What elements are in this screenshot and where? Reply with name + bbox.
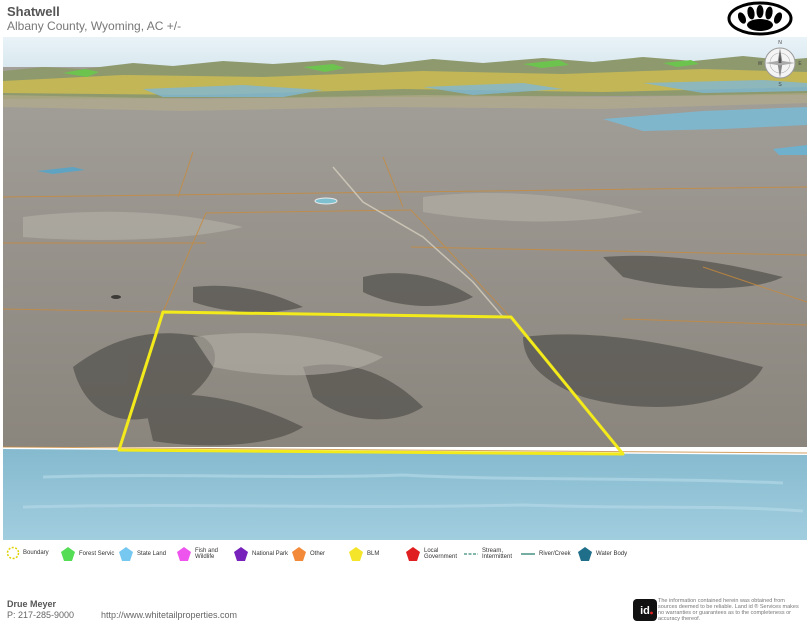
crater-mark (111, 295, 121, 299)
other-icon (292, 547, 306, 561)
compass-icon: N E S W (758, 40, 802, 88)
local-government-icon (406, 547, 420, 561)
legend-label-local-government: Local Government (424, 548, 458, 560)
fish-wildlife-icon (177, 547, 191, 561)
water-body-icon (578, 547, 592, 561)
website-link[interactable]: http://www.whitetailproperties.com (101, 610, 237, 620)
legend-item-local-government: Local Government (405, 546, 457, 562)
stock-pond (314, 197, 338, 205)
property-location: Albany County, Wyoming, AC +/- (7, 19, 182, 33)
blm-icon (349, 547, 363, 561)
agent-phone: P: 217-285-9000 (7, 610, 75, 620)
legend-label-national-park: National Park (252, 551, 289, 557)
map-legend: Boundary Forest Servic State Land Fish a… (0, 546, 808, 566)
legend-label-blm: BLM (367, 551, 380, 557)
legend-label-river-creek: River/Creek (539, 551, 571, 557)
legend-label-other: Other (310, 551, 326, 557)
state-land-overlay (3, 449, 807, 540)
legend-item-blm: BLM (348, 546, 379, 562)
legend-label-fish-wildlife: Fish and Wildlife (195, 548, 219, 560)
river-creek-icon (521, 553, 535, 555)
state-land-icon (119, 547, 133, 561)
svg-text:id: id (640, 605, 650, 617)
compass-w: W (758, 61, 763, 67)
legend-item-national-park: National Park (233, 546, 288, 562)
compass-n: N (778, 40, 782, 46)
disclaimer-text: The information contained herein was obt… (658, 598, 799, 622)
legend-item-boundary: Boundary (6, 546, 49, 560)
compass-e: E (798, 61, 802, 67)
legend-label-boundary: Boundary (23, 550, 49, 556)
legend-item-water-body: Water Body (577, 546, 627, 562)
legend-item-stream-intermittent: Stream, Intermittent (463, 546, 512, 562)
landid-logo-icon: id (633, 599, 657, 621)
compass-s: S (778, 82, 782, 88)
legend-item-forest-service: Forest Servic (60, 546, 114, 562)
legend-label-state-land: State Land (137, 551, 167, 557)
map-view[interactable] (3, 37, 807, 540)
legend-label-stream-intermittent: Stream, Intermittent (482, 548, 513, 560)
legend-item-river-creek: River/Creek (520, 546, 571, 562)
legend-item-fish-wildlife: Fish and Wildlife (176, 546, 218, 562)
property-title: Shatwell (7, 4, 60, 19)
stream-intermittent-icon (464, 553, 478, 555)
bear-paw-icon (727, 1, 793, 36)
legend-label-forest-service: Forest Servic (79, 551, 115, 557)
boundary-icon (6, 546, 20, 560)
legend-item-state-land: State Land (118, 546, 166, 562)
forest-service-icon (61, 547, 75, 561)
legend-label-water-body: Water Body (596, 551, 628, 557)
legend-item-other: Other (291, 546, 325, 562)
national-park-icon (234, 547, 248, 561)
agent-name: Drue Meyer (7, 599, 57, 609)
